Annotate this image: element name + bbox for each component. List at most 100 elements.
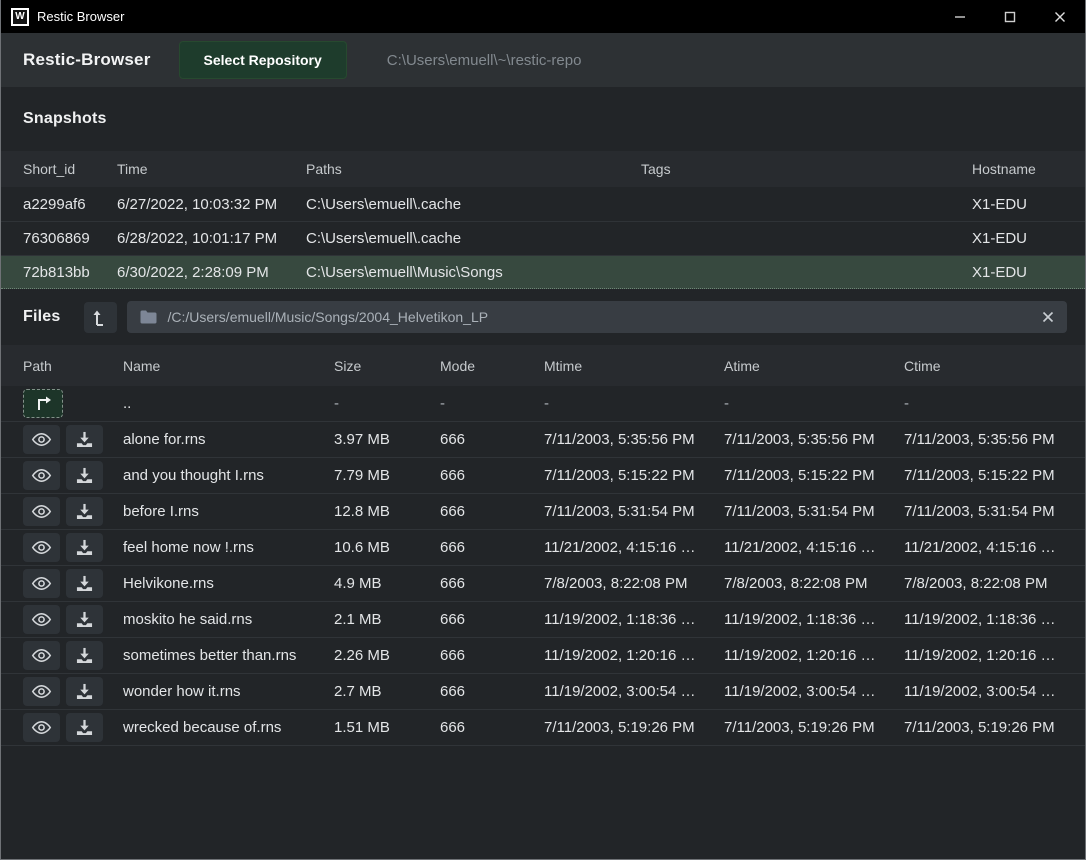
up-directory-button[interactable] [84,302,117,333]
column-header-hostname: Hostname [972,161,1085,177]
file-ctime: 7/11/2003, 5:35:56 PM [904,431,1085,448]
eye-icon [31,540,52,555]
column-header-atime: Atime [724,358,904,374]
eye-icon [31,684,52,699]
file-row[interactable]: sometimes better than.rns 2.26 MB 666 11… [1,638,1085,674]
download-icon [76,683,93,700]
download-file-button[interactable] [66,569,103,598]
view-file-button[interactable] [23,605,60,634]
file-row[interactable]: wrecked because of.rns 1.51 MB 666 7/11/… [1,710,1085,746]
file-ctime: 11/19/2002, 1:20:16 … [904,647,1085,664]
file-mode: 666 [440,467,544,484]
file-size: 2.26 MB [334,647,440,664]
download-file-button[interactable] [66,677,103,706]
snapshots-section: Snapshots [1,87,1085,151]
close-button[interactable] [1035,0,1085,33]
file-mtime: 11/21/2002, 4:15:16 … [544,539,724,556]
snapshot-time: 6/30/2022, 2:28:09 PM [117,264,306,281]
file-atime: 7/11/2003, 5:31:54 PM [724,503,904,520]
snapshot-paths: C:\Users\emuell\Music\Songs [306,264,641,281]
file-size: 4.9 MB [334,575,440,592]
file-name: Helvikone.rns [123,575,334,592]
files-rows: alone for.rns 3.97 MB 666 7/11/2003, 5:3… [1,422,1085,746]
file-name: alone for.rns [123,431,334,448]
snapshot-row[interactable]: 72b813bb 6/30/2022, 2:28:09 PM C:\Users\… [1,255,1085,289]
file-ctime: 7/11/2003, 5:19:26 PM [904,719,1085,736]
file-mtime: 7/11/2003, 5:15:22 PM [544,467,724,484]
parent-directory-row[interactable]: .. - - - - - [1,386,1085,422]
view-file-button[interactable] [23,641,60,670]
column-header-size: Size [334,358,440,374]
download-file-button[interactable] [66,425,103,454]
file-row[interactable]: and you thought I.rns 7.79 MB 666 7/11/2… [1,458,1085,494]
titlebar: W Restic Browser [1,0,1085,33]
download-icon [76,431,93,448]
minimize-button[interactable] [935,0,985,33]
download-file-button[interactable] [66,533,103,562]
download-icon [76,719,93,736]
file-size: 7.79 MB [334,467,440,484]
snapshot-row[interactable]: 76306869 6/28/2022, 10:01:17 PM C:\Users… [1,221,1085,255]
download-icon [76,647,93,664]
files-table: Path Name Size Mode Mtime Atime Ctime ..… [1,345,1085,746]
file-row[interactable]: wonder how it.rns 2.7 MB 666 11/19/2002,… [1,674,1085,710]
files-heading: Files [23,308,60,326]
download-file-button[interactable] [66,713,103,742]
snapshot-hostname: X1-EDU [972,230,1085,247]
file-row[interactable]: before I.rns 12.8 MB 666 7/11/2003, 5:31… [1,494,1085,530]
view-file-button[interactable] [23,425,60,454]
arrow-up-right-icon [34,396,53,412]
folder-icon [140,310,157,324]
download-icon [76,539,93,556]
file-mode: 666 [440,683,544,700]
file-row[interactable]: moskito he said.rns 2.1 MB 666 11/19/200… [1,602,1085,638]
eye-icon [31,612,52,627]
download-file-button[interactable] [66,497,103,526]
column-header-paths: Paths [306,161,641,177]
file-ctime: 11/19/2002, 3:00:54 … [904,683,1085,700]
clear-path-button[interactable] [1042,311,1054,323]
file-mode: - [440,395,544,412]
arrow-turn-up-icon [92,308,109,327]
parent-directory-button[interactable] [23,389,63,418]
view-file-button[interactable] [23,497,60,526]
snapshot-row[interactable]: a2299af6 6/27/2022, 10:03:32 PM C:\Users… [1,187,1085,221]
file-atime: - [724,395,904,412]
view-file-button[interactable] [23,713,60,742]
file-ctime: 7/11/2003, 5:15:22 PM [904,467,1085,484]
eye-icon [31,432,52,447]
view-file-button[interactable] [23,533,60,562]
download-file-button[interactable] [66,641,103,670]
view-file-button[interactable] [23,461,60,490]
file-atime: 7/11/2003, 5:19:26 PM [724,719,904,736]
file-name: wrecked because of.rns [123,719,334,736]
select-repository-button[interactable]: Select Repository [179,41,347,79]
file-size: 10.6 MB [334,539,440,556]
view-file-button[interactable] [23,677,60,706]
file-mode: 666 [440,647,544,664]
view-file-button[interactable] [23,569,60,598]
snapshot-hostname: X1-EDU [972,196,1085,213]
download-file-button[interactable] [66,461,103,490]
files-table-header: Path Name Size Mode Mtime Atime Ctime [1,345,1085,386]
snapshot-short-id: 72b813bb [23,264,117,281]
file-mtime: 7/8/2003, 8:22:08 PM [544,575,724,592]
file-mtime: - [544,395,724,412]
window-title: Restic Browser [37,9,124,24]
close-icon [1054,11,1066,23]
file-path-bar[interactable]: /C:/Users/emuell/Music/Songs/2004_Helvet… [127,301,1067,333]
maximize-button[interactable] [985,0,1035,33]
file-row[interactable]: alone for.rns 3.97 MB 666 7/11/2003, 5:3… [1,422,1085,458]
snapshot-paths: C:\Users\emuell\.cache [306,196,641,213]
download-file-button[interactable] [66,605,103,634]
close-small-icon [1042,311,1054,323]
file-row[interactable]: feel home now !.rns 10.6 MB 666 11/21/20… [1,530,1085,566]
file-mtime: 7/11/2003, 5:31:54 PM [544,503,724,520]
file-mtime: 11/19/2002, 1:18:36 … [544,611,724,628]
file-row[interactable]: Helvikone.rns 4.9 MB 666 7/8/2003, 8:22:… [1,566,1085,602]
file-size: 3.97 MB [334,431,440,448]
file-name: .. [123,395,334,412]
file-atime: 7/11/2003, 5:15:22 PM [724,467,904,484]
snapshot-paths: C:\Users\emuell\.cache [306,230,641,247]
file-atime: 11/19/2002, 3:00:54 … [724,683,904,700]
